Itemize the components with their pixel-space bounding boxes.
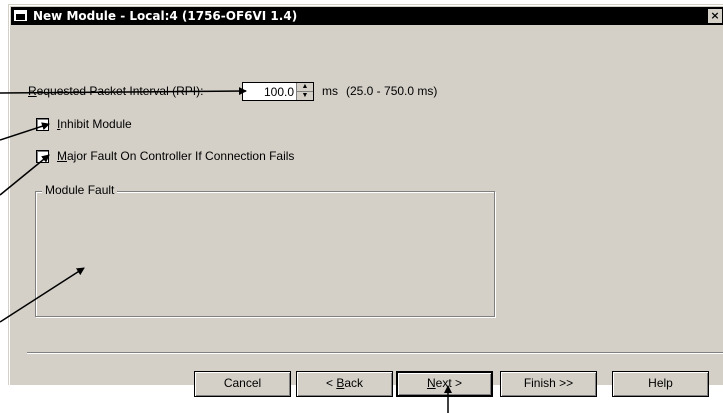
back-text: ack bbox=[344, 376, 364, 390]
rpi-value[interactable]: 100.0 bbox=[264, 85, 294, 99]
window-title: New Module - Local:4 (1756-OF6VI 1.4) bbox=[33, 9, 298, 23]
major-fault-accel: M bbox=[57, 149, 67, 163]
window-icon bbox=[14, 10, 27, 21]
rpi-spinbox[interactable]: 100.0 ▲ ▼ bbox=[242, 82, 314, 101]
major-fault-label[interactable]: Major Fault On Controller If Connection … bbox=[57, 149, 294, 163]
title-bar[interactable]: New Module - Local:4 (1756-OF6VI 1.4) × bbox=[11, 7, 723, 25]
major-fault-checkbox[interactable] bbox=[36, 150, 49, 163]
inhibit-text: nhibit Module bbox=[60, 117, 132, 131]
module-fault-title: Module Fault bbox=[42, 183, 118, 197]
back-prefix: < bbox=[325, 376, 337, 390]
help-button[interactable]: Help bbox=[612, 371, 709, 397]
major-fault-text: ajor Fault On Controller If Connection F… bbox=[67, 149, 295, 163]
rpi-label-text: equested Packet Interval (RPI): bbox=[36, 84, 204, 98]
inhibit-module-label[interactable]: Inhibit Module bbox=[57, 117, 132, 131]
spin-down-icon[interactable]: ▼ bbox=[297, 92, 313, 100]
rpi-range: (25.0 - 750.0 ms) bbox=[346, 84, 438, 98]
inhibit-module-checkbox[interactable] bbox=[36, 118, 49, 131]
module-fault-group bbox=[35, 191, 495, 317]
rpi-label: Requested Packet Interval (RPI): bbox=[28, 84, 203, 98]
rpi-unit: ms bbox=[322, 84, 338, 98]
spin-up-icon[interactable]: ▲ bbox=[297, 83, 313, 92]
cancel-button[interactable]: Cancel bbox=[194, 371, 291, 397]
finish-button[interactable]: Finish >> bbox=[500, 371, 597, 397]
next-accel: N bbox=[426, 376, 436, 390]
rpi-spin-buttons[interactable]: ▲ ▼ bbox=[296, 83, 313, 100]
next-button[interactable]: Next > bbox=[396, 371, 493, 397]
back-button[interactable]: < Back bbox=[296, 371, 393, 397]
button-separator bbox=[27, 352, 723, 354]
next-text: ext > bbox=[435, 376, 463, 390]
close-icon[interactable]: × bbox=[708, 9, 722, 23]
rpi-label-accel: R bbox=[28, 84, 37, 98]
